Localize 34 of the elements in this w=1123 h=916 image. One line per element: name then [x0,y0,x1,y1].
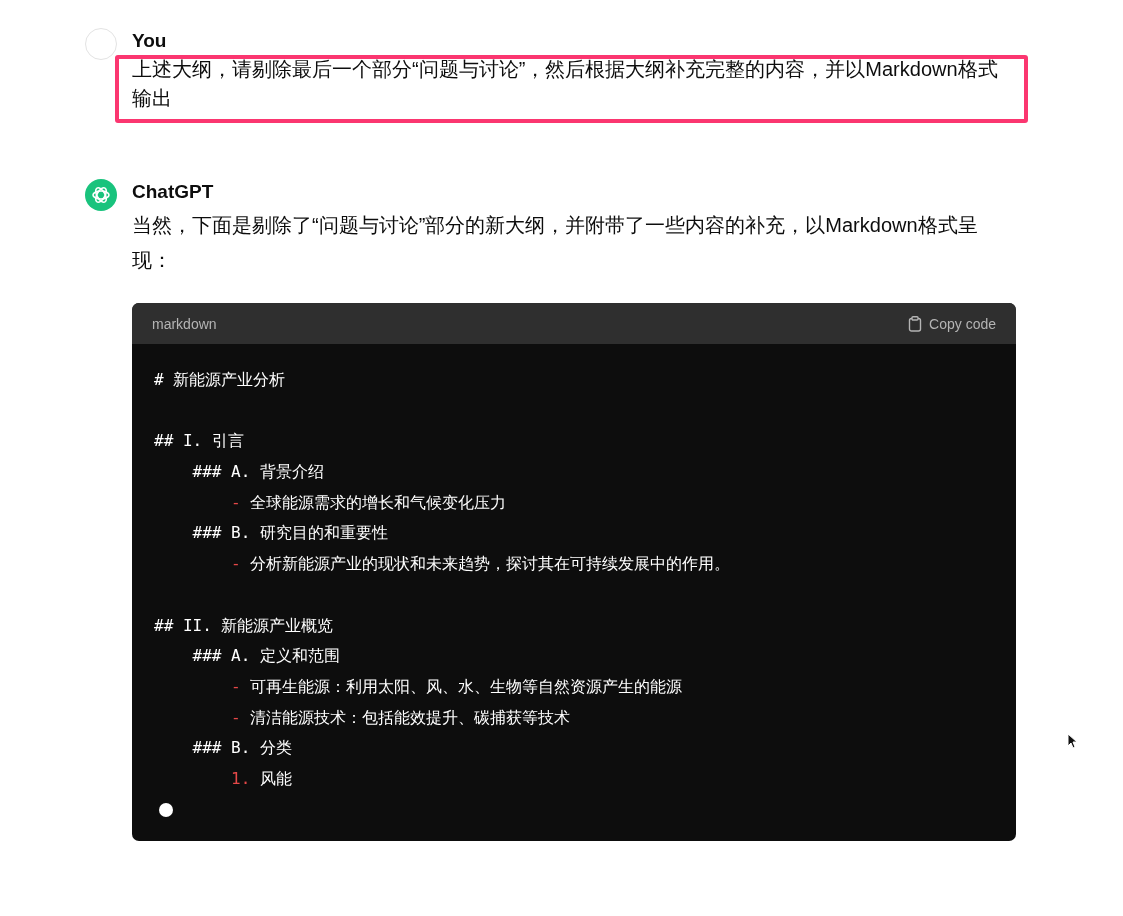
clipboard-icon [908,315,923,332]
user-avatar-icon [85,28,117,60]
heading-marker: ### B. [192,523,251,543]
code-line: 新能源产业分析 [173,370,286,389]
message-text: 上述大纲，请剔除最后一个部分“问题与讨论”，然后根据大纲补充完整的内容，并以Markdown格式输出 [132,57,999,111]
copy-code-button[interactable]: Copy code [908,315,996,332]
code-line: 背景介绍 [259,462,324,482]
code-line: 风能 [259,768,292,788]
list-marker: - [231,554,241,574]
message-text: 当然，下面是剔除了“问题与讨论”部分的新大纲，并附带了一些内容的补充，以Markdown格式呈现： [132,213,979,273]
heading-marker: ## I. [154,431,203,451]
heading-marker: ## II. [154,615,212,635]
heading-marker: # [154,370,164,389]
heading-marker: ### A. [192,462,251,482]
list-marker: - [231,492,241,512]
code-line: 分析新能源产业的现状和未来趋势，探讨其在可持续发展中的作用。 [250,554,731,574]
code-line: 新能源产业概览 [221,615,334,635]
code-line: 全球能源需求的增长和气候变化压力 [250,492,507,512]
list-marker: - [231,707,241,727]
list-marker: - [231,676,241,696]
heading-marker: ### A. [192,646,251,666]
author-name: You [132,29,168,53]
code-line: 引言 [211,431,244,451]
heading-marker: ### B. [192,738,251,758]
code-line: 研究目的和重要性 [259,523,388,543]
code-language: markdown [152,315,217,332]
code-line: 分类 [259,738,292,758]
author-name: ChatGPT [132,180,215,204]
code-line: 可再生能源：利用太阳、风、水、生物等自然资源产生的能源 [250,676,683,696]
code-line: 清洁能源技术：包括能效提升、碳捕获等技术 [250,707,571,727]
list-marker: 1. [231,768,251,788]
code-line: 定义和范围 [259,646,340,666]
assistant-logo-icon [85,179,117,211]
mouse-pointer-icon [1067,733,1078,749]
